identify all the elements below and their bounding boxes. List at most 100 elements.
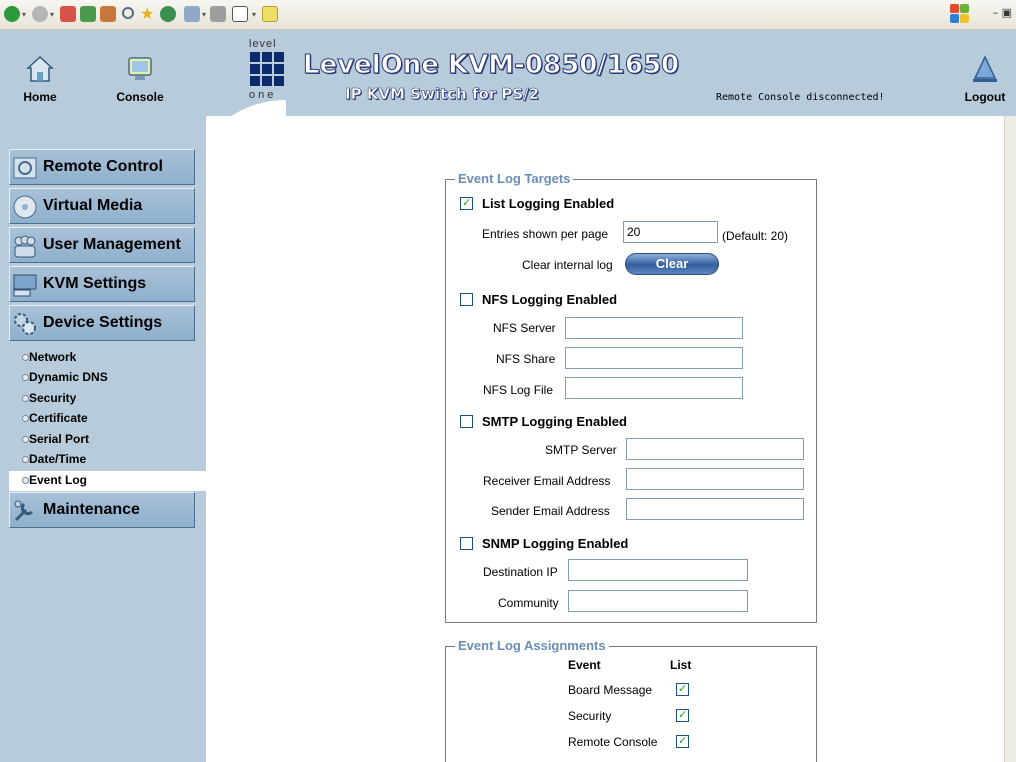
- bullet-icon: [22, 354, 29, 361]
- home-button[interactable]: Home: [10, 54, 70, 104]
- bullet-icon: [22, 436, 29, 443]
- search-icon[interactable]: [122, 7, 134, 19]
- menu-kvm-settings[interactable]: KVM Settings: [9, 266, 195, 302]
- smtp-server-input[interactable]: [626, 438, 804, 460]
- console-icon: [128, 57, 152, 80]
- nfs-server-input[interactable]: [565, 317, 743, 339]
- entries-default-hint: (Default: 20): [722, 229, 789, 243]
- community-label: Community: [498, 596, 559, 610]
- browser-toolbar: ▾ ▾ ★ ▾ ▾ – ▣: [0, 0, 1016, 30]
- product-title: LevelOne KVM-0850/1650: [302, 50, 680, 81]
- legend-dash: [445, 646, 455, 647]
- sidebar-item-certificate[interactable]: Certificate: [9, 409, 206, 429]
- page: ▾ ▾ ★ ▾ ▾ – ▣ Home Console level one Lev…: [0, 0, 1016, 762]
- menu-virtual-media[interactable]: Virtual Media: [9, 188, 195, 224]
- bullet-icon: [22, 374, 29, 381]
- console-label: Console: [116, 90, 164, 104]
- clear-log-label: Clear internal log: [522, 258, 613, 272]
- list-logging-checkbox[interactable]: [460, 196, 473, 210]
- device-settings-icon: [14, 313, 36, 335]
- sidebar-item-serial-port[interactable]: Serial Port: [9, 430, 206, 450]
- bullet-icon: [22, 395, 29, 402]
- targets-legend: Event Log Targets: [455, 171, 574, 186]
- menu-maintenance[interactable]: Maintenance: [9, 492, 195, 528]
- maintenance-icon: [14, 500, 34, 522]
- refresh-icon[interactable]: [80, 6, 96, 22]
- bullet-icon: [22, 477, 29, 484]
- sidebar-item-network[interactable]: Network: [9, 348, 206, 368]
- snmp-logging-checkbox[interactable]: [460, 537, 473, 550]
- smtp-logging-label: SMTP Logging Enabled: [482, 414, 627, 429]
- nfs-logging-checkbox[interactable]: [460, 293, 473, 306]
- home-icon: [26, 55, 54, 82]
- nfs-server-label: NFS Server: [493, 321, 556, 335]
- list-logging-label: List Logging Enabled: [482, 196, 615, 211]
- home-browser-icon[interactable]: [100, 6, 116, 22]
- forward-icon[interactable]: [32, 6, 48, 22]
- header: Home Console level one LevelOne KVM-0850…: [0, 30, 1016, 116]
- minimize-icon[interactable]: –: [993, 6, 999, 19]
- stop-icon[interactable]: [60, 6, 76, 22]
- back-dropdown-icon[interactable]: ▾: [22, 10, 26, 19]
- nfs-share-label: NFS Share: [496, 352, 556, 366]
- nfs-logging-label: NFS Logging Enabled: [482, 292, 618, 307]
- destination-ip-input[interactable]: [568, 559, 748, 581]
- restore-icon[interactable]: ▣: [1002, 6, 1012, 19]
- levelone-logo: level one: [247, 38, 289, 105]
- entries-label: Entries shown per page: [482, 227, 609, 241]
- print-icon[interactable]: [210, 6, 226, 22]
- assignments-legend: Event Log Assignments: [455, 638, 609, 653]
- event-row-label: Security: [568, 709, 612, 723]
- sidebar-item-event-log[interactable]: Event Log: [9, 471, 206, 491]
- back-icon[interactable]: [4, 6, 20, 22]
- menu-remote-control[interactable]: Remote Control: [9, 149, 195, 185]
- nfs-logfile-input[interactable]: [565, 377, 743, 399]
- security-list-checkbox[interactable]: [676, 708, 689, 722]
- logout-label: Logout: [964, 90, 1006, 104]
- virtual-media-icon: [13, 195, 37, 219]
- product-subtitle: IP KVM Switch for PS/2: [345, 85, 540, 104]
- note-icon[interactable]: [262, 6, 278, 22]
- receiver-email-input[interactable]: [626, 468, 804, 490]
- remote-control-icon: [13, 157, 37, 179]
- kvm-settings-icon: [13, 274, 37, 297]
- legend-dash: [445, 179, 455, 180]
- sidebar-item-dynamic-dns[interactable]: Dynamic DNS: [9, 368, 206, 388]
- mail-dropdown-icon[interactable]: ▾: [202, 10, 206, 19]
- smtp-server-label: SMTP Server: [545, 443, 617, 457]
- list-column-header: List: [670, 658, 692, 672]
- logout-icon: [973, 55, 997, 82]
- nfs-logfile-label: NFS Log File: [483, 383, 554, 397]
- status-message: Remote Console disconnected!: [716, 92, 885, 103]
- event-column-header: Event: [568, 658, 601, 672]
- sidebar-item-security[interactable]: Security: [9, 389, 206, 409]
- forward-dropdown-icon[interactable]: ▾: [50, 10, 54, 19]
- nfs-share-input[interactable]: [565, 347, 743, 369]
- vertical-scrollbar[interactable]: [1004, 116, 1016, 762]
- home-label: Home: [23, 90, 57, 104]
- remote-console-list-checkbox[interactable]: [676, 734, 689, 748]
- community-input[interactable]: [568, 590, 748, 612]
- console-button[interactable]: Console: [110, 54, 170, 104]
- bullet-icon: [22, 456, 29, 463]
- favorites-icon[interactable]: ★: [140, 4, 156, 23]
- bullet-icon: [22, 415, 29, 422]
- entries-per-page-input[interactable]: [623, 221, 718, 243]
- menu-device-settings[interactable]: Device Settings: [9, 305, 195, 341]
- board-message-list-checkbox[interactable]: [676, 682, 689, 696]
- edit-icon[interactable]: [232, 6, 248, 22]
- edit-dropdown-icon[interactable]: ▾: [252, 10, 256, 19]
- user-management-icon: [14, 235, 36, 258]
- sender-email-input[interactable]: [626, 498, 804, 520]
- clear-button[interactable]: Clear: [625, 253, 719, 275]
- logout-button[interactable]: Logout: [955, 54, 1015, 104]
- snmp-logging-label: SNMP Logging Enabled: [482, 536, 629, 551]
- receiver-email-label: Receiver Email Address: [483, 474, 611, 488]
- history-icon[interactable]: [160, 6, 176, 22]
- menu-user-management[interactable]: User Management: [9, 227, 195, 263]
- destination-ip-label: Destination IP: [483, 565, 558, 579]
- mail-icon[interactable]: [184, 6, 200, 22]
- smtp-logging-checkbox[interactable]: [460, 415, 473, 428]
- sidebar-item-date-time[interactable]: Date/Time: [9, 450, 206, 470]
- window-controls[interactable]: – ▣: [993, 6, 1012, 19]
